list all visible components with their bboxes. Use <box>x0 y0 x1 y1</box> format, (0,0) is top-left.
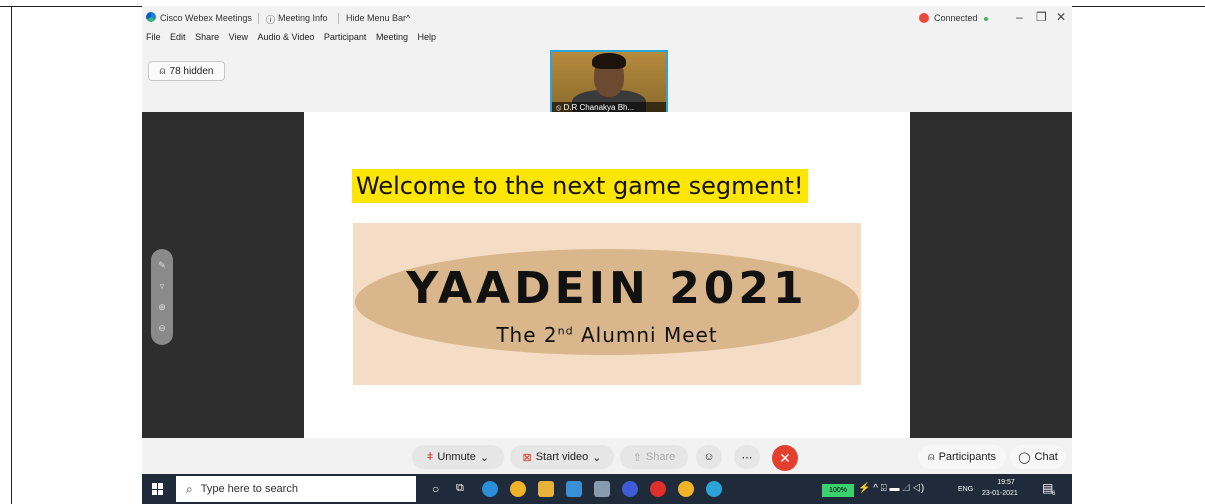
end-meeting-button[interactable]: ✕ <box>772 445 798 471</box>
participant-name: D.R Chanakya Bh... <box>563 103 635 112</box>
clock-date[interactable]: 23-01-2021 <box>982 490 1018 497</box>
unmute-label: Unmute <box>437 451 476 463</box>
app-name: Cisco Webex Meetings <box>160 13 252 23</box>
participants-label: Participants <box>938 451 997 463</box>
participants-icon: ⍝ <box>927 450 935 463</box>
task-view-icon[interactable]: ⧉ <box>456 482 464 495</box>
zoom-in-icon[interactable]: ⊕ <box>158 302 166 313</box>
file-explorer-icon[interactable] <box>538 481 554 497</box>
share-label: Share <box>645 451 676 463</box>
chevron-down-icon[interactable]: ⌄ <box>480 451 489 464</box>
edge-icon[interactable] <box>482 481 498 497</box>
reactions-button[interactable]: ☺ <box>696 445 722 469</box>
menu-share[interactable]: Share <box>195 32 219 42</box>
person-icon: ⍝ <box>159 65 166 77</box>
meeting-controls-bar: ǂ Unmute ⌄ ⊠ Start video ⌄ ⇧ Share ☺ ⋯ ✕… <box>142 438 1072 474</box>
divider <box>258 13 259 24</box>
zoom-controls: ✎ ▿ ⊕ ⊖ <box>151 249 173 345</box>
menu-file[interactable]: File <box>146 32 161 42</box>
meeting-info-button[interactable]: Meeting Info <box>278 13 328 23</box>
menu-bar: File Edit Share View Audio & Video Parti… <box>142 32 439 48</box>
taskbar-search[interactable]: ⌕ Type here to search <box>176 476 416 502</box>
connection-dot-icon <box>984 17 988 21</box>
more-options-button[interactable]: ⋯ <box>734 445 760 469</box>
shared-content-area: ✎ ▿ ⊕ ⊖ Welcome to the next game segment… <box>142 112 1072 438</box>
menu-view[interactable]: View <box>229 32 248 42</box>
chevron-up-icon[interactable]: ^ <box>406 13 410 23</box>
title-bar: Cisco Webex Meetings ⓘ Meeting Info Hide… <box>142 6 1072 30</box>
subtitle-pre: The 2 <box>496 323 558 347</box>
zoom-out-icon[interactable]: ⊖ <box>158 323 166 334</box>
presentation-slide: Welcome to the next game segment! YAADEI… <box>304 112 910 438</box>
hidden-count: 78 hidden <box>169 65 214 77</box>
close-icon: ✕ <box>779 449 791 466</box>
hide-menu-bar-button[interactable]: Hide Menu Bar <box>346 13 406 23</box>
divider <box>338 13 339 24</box>
chrome-icon[interactable] <box>510 481 526 497</box>
language-indicator[interactable]: ENG <box>958 486 973 493</box>
more-icon: ⋯ <box>741 451 753 464</box>
chevron-down-icon[interactable]: ⌄ <box>592 451 601 464</box>
banner-subtitle: The 2nd Alumni Meet <box>353 323 861 347</box>
menu-meeting[interactable]: Meeting <box>376 32 408 42</box>
video-off-icon: ⊠ <box>522 451 532 464</box>
share-icon: ⇧ <box>632 451 642 464</box>
event-banner: YAADEIN 2021 The 2nd Alumni Meet <box>353 223 861 385</box>
minimize-button[interactable]: – <box>1016 10 1023 24</box>
menu-audio-video[interactable]: Audio & Video <box>257 32 314 42</box>
search-placeholder: Type here to search <box>200 483 298 495</box>
chat-button[interactable]: ◯ Chat <box>1010 445 1066 469</box>
unmute-button[interactable]: ǂ Unmute ⌄ <box>412 445 504 469</box>
mic-off-icon: ǂ <box>426 451 434 463</box>
notification-count: 6 <box>1052 491 1056 497</box>
recording-status-icon <box>919 13 929 23</box>
menu-participant[interactable]: Participant <box>324 32 367 42</box>
hidden-participants-button[interactable]: ⍝ 78 hidden <box>148 61 225 81</box>
screenshot-border-left <box>11 6 12 504</box>
participants-button[interactable]: ⍝ Participants <box>918 445 1006 469</box>
cortana-icon[interactable]: ○ <box>432 482 439 496</box>
webex-taskbar-icon[interactable] <box>706 481 722 497</box>
video-hair <box>592 53 626 69</box>
mail-icon[interactable] <box>566 481 582 497</box>
chat-label: Chat <box>1034 451 1058 463</box>
search-icon: ⌕ <box>186 481 193 496</box>
subtitle-sup: nd <box>557 324 574 338</box>
opera-icon[interactable] <box>650 481 666 497</box>
banner-title: YAADEIN 2021 <box>406 263 808 314</box>
windows-start-icon[interactable] <box>152 483 164 495</box>
app-sigma-icon[interactable] <box>622 481 638 497</box>
subtitle-post: Alumni Meet <box>573 323 718 347</box>
calculator-icon[interactable] <box>594 481 610 497</box>
connection-status[interactable]: Connected <box>934 13 978 23</box>
system-tray-icons[interactable]: ⚡ ^ ⌹ ▬ ◿ ◁) <box>858 483 924 494</box>
start-video-button[interactable]: ⊠ Start video ⌄ <box>510 445 614 469</box>
share-button[interactable]: ⇧ Share <box>620 445 688 469</box>
close-window-button[interactable]: ✕ <box>1056 10 1066 24</box>
start-video-label: Start video <box>535 451 589 463</box>
battery-indicator[interactable]: 100% <box>822 484 854 497</box>
restore-button[interactable]: ❐ <box>1036 10 1047 24</box>
webex-window: Cisco Webex Meetings ⓘ Meeting Info Hide… <box>142 6 1072 504</box>
chat-icon: ◯ <box>1018 451 1031 464</box>
smiley-icon: ☺ <box>703 451 715 463</box>
annotate-icon[interactable]: ✎ <box>158 260 166 271</box>
participant-video-tile[interactable]: ⦸ D.R Chanakya Bh... <box>550 50 668 116</box>
chrome-2-icon[interactable] <box>678 481 694 497</box>
slide-heading: Welcome to the next game segment! <box>352 169 808 203</box>
pointer-icon[interactable]: ▿ <box>160 281 165 292</box>
windows-taskbar: ⌕ Type here to search ○ ⧉ 100% ⚡ ^ ⌹ ▬ ◿… <box>142 474 1072 504</box>
clock-time[interactable]: 19:57 <box>988 479 1024 486</box>
menu-edit[interactable]: Edit <box>170 32 186 42</box>
menu-help[interactable]: Help <box>417 32 436 42</box>
info-icon[interactable]: ⓘ <box>266 13 275 26</box>
webex-logo-icon <box>146 12 156 22</box>
